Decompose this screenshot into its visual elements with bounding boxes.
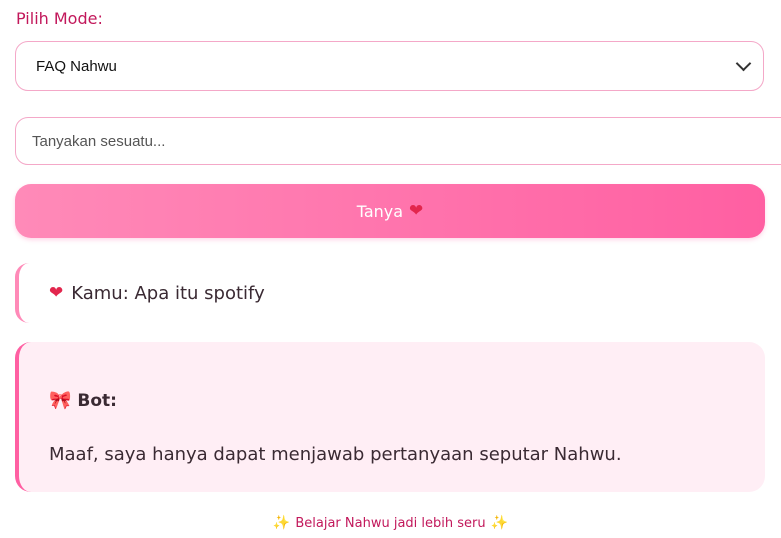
- bot-answer-text: Maaf, saya hanya dapat menjawab pertanya…: [49, 444, 622, 465]
- ask-button[interactable]: Tanya ❤: [15, 184, 765, 238]
- question-input[interactable]: [15, 117, 781, 165]
- ribbon-icon: 🎀: [49, 390, 72, 411]
- heart-icon: ❤: [49, 283, 64, 303]
- user-message-text: Kamu: Apa itu spotify: [71, 282, 265, 304]
- mode-label: Pilih Mode:: [16, 9, 103, 28]
- footer-text: Belajar Nahwu jadi lebih seru: [295, 515, 486, 531]
- mode-select[interactable]: FAQ Nahwu: [15, 41, 764, 91]
- heart-icon: ❤: [409, 201, 424, 221]
- user-message: ❤ Kamu: Apa itu spotify: [15, 263, 765, 323]
- footer: ✨ Belajar Nahwu jadi lebih seru ✨: [0, 515, 781, 531]
- sparkle-icon: ✨: [272, 515, 291, 531]
- bot-header: 🎀 Bot:: [49, 390, 765, 411]
- bot-message: 🎀 Bot: Maaf, saya hanya dapat menjawab p…: [15, 342, 765, 492]
- chevron-down-icon: [735, 55, 752, 72]
- ask-button-label: Tanya: [356, 201, 404, 221]
- bot-label: Bot:: [77, 390, 117, 411]
- mode-select-value: FAQ Nahwu: [36, 57, 117, 75]
- sparkle-icon: ✨: [490, 515, 509, 531]
